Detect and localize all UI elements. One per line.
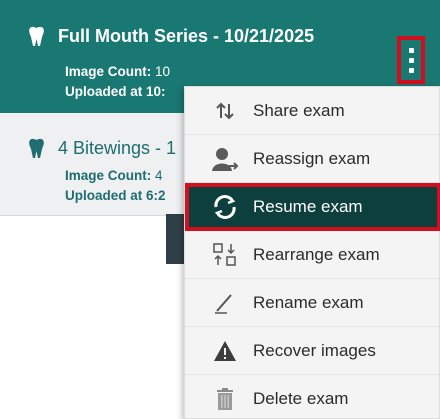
rename-icon xyxy=(209,287,241,319)
menu-item-label: Rename exam xyxy=(253,292,364,312)
exam-title: 4 Bitewings - 1 xyxy=(58,138,177,158)
uploaded-line: Uploaded at 10: xyxy=(65,84,166,99)
kebab-dot xyxy=(408,67,414,73)
menu-item-rearrange-exam[interactable]: Rearrange exam xyxy=(185,231,440,279)
menu-item-resume-exam[interactable]: Resume exam xyxy=(185,183,440,231)
kebab-dot xyxy=(408,47,414,53)
uploaded-value: at 6:2 xyxy=(130,188,166,203)
uploaded-label: Uploaded xyxy=(65,84,127,99)
image-count-line: Image Count: 10 xyxy=(65,64,170,79)
more-options-button[interactable] xyxy=(397,36,425,84)
uploaded-line: Uploaded at 6:2 xyxy=(65,188,166,203)
menu-item-label: Recover images xyxy=(253,340,376,360)
uploaded-value: at 10: xyxy=(130,84,166,99)
image-count-label: Image Count: xyxy=(65,64,152,79)
kebab-dot xyxy=(408,57,414,63)
menu-item-label: Resume exam xyxy=(253,196,363,216)
menu-item-recover-images[interactable]: Recover images xyxy=(185,327,440,375)
menu-item-delete-exam[interactable]: Delete exam xyxy=(185,375,440,419)
menu-item-reassign-exam[interactable]: Reassign exam xyxy=(185,135,440,183)
menu-item-label: Delete exam xyxy=(253,389,349,408)
exam-context-menu: Share exam Reassign exam Resume exam Rea… xyxy=(184,86,440,419)
menu-item-rename-exam[interactable]: Rename exam xyxy=(185,279,440,327)
image-count-value: 4 xyxy=(155,168,163,183)
share-icon xyxy=(209,95,241,127)
trash-icon xyxy=(209,383,241,415)
menu-item-share-exam[interactable]: Share exam xyxy=(185,87,440,135)
menu-item-label: Reassign exam xyxy=(253,148,371,168)
image-count-label: Image Count: xyxy=(65,168,152,183)
menu-item-label: Rearrange exam xyxy=(253,244,380,264)
tooth-icon xyxy=(29,26,44,46)
reassign-icon xyxy=(209,143,241,175)
resume-icon xyxy=(209,191,241,223)
image-count-line: Image Count: 4 xyxy=(65,168,163,183)
exam-title: Full Mouth Series - 10/21/2025 xyxy=(58,26,315,46)
uploaded-label: Uploaded xyxy=(65,188,127,203)
warning-icon xyxy=(209,335,241,367)
tooth-icon xyxy=(29,138,44,158)
exam-title-row: Full Mouth Series - 10/21/2025 xyxy=(28,26,314,47)
menu-item-label: Share exam xyxy=(253,100,345,120)
exam-title-row: 4 Bitewings - 1 xyxy=(28,138,176,159)
image-count-value: 10 xyxy=(155,64,171,79)
rearrange-icon xyxy=(209,239,241,271)
